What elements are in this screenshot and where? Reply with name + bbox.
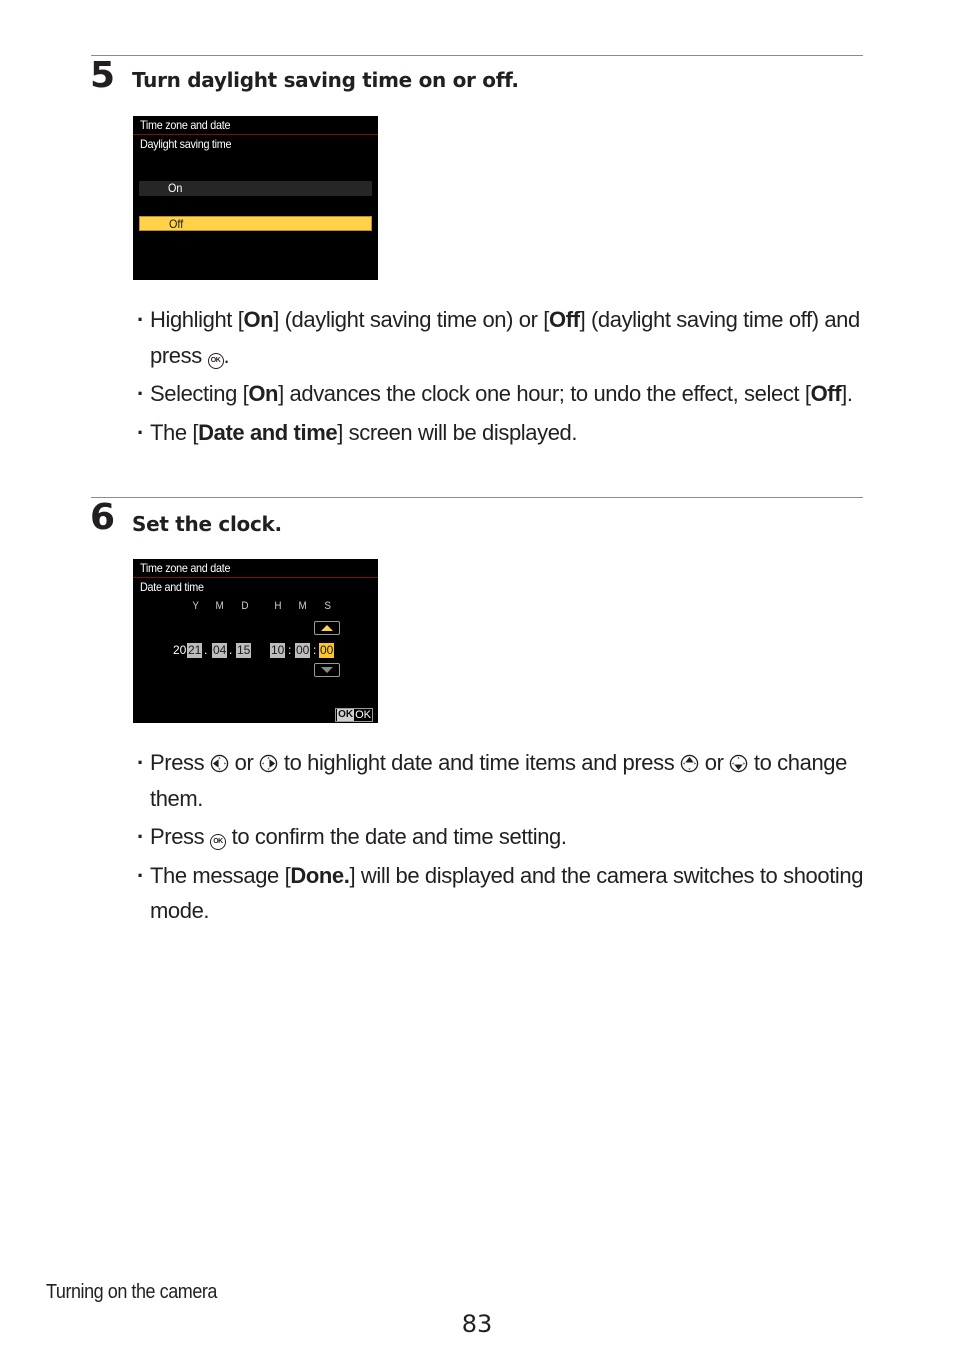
emphasized-term: Done. [290,862,350,888]
text-run: The message [ [150,862,291,888]
list-item: The message [Done.] will be displayed an… [137,858,867,929]
step-title: Turn daylight saving time on or off. [132,68,519,92]
emphasized-term: Off [548,307,580,332]
text-run: or [699,750,730,775]
screen-title-divider [133,134,378,135]
emphasized-term: On [243,307,274,332]
page-number: 83 [461,1310,493,1338]
decrement-button[interactable] [314,663,340,677]
header-hour: H [274,600,282,612]
up-arrow-icon [321,625,333,631]
text-run: ] (daylight saving time on) or [ [273,307,549,332]
header-second: S [324,600,331,612]
option-label: Off [169,217,184,231]
step-number: 6 [90,497,116,538]
header-year: Y [192,600,199,612]
ok-button-icon: OK [209,834,226,850]
camera-screen-date-time: Time zone and date Date and time Y M D H… [133,559,378,723]
section-divider [91,55,863,56]
text-run: Selecting [ [150,381,249,406]
emphasized-term: Off [810,381,842,406]
text-run: ] advances the clock one hour; to undo t… [278,381,811,406]
month-field[interactable]: 04 [212,643,228,658]
year-field[interactable]: 21 [187,643,203,658]
down-arrow-icon [321,667,333,673]
increment-button[interactable] [314,621,340,635]
text-run: Press [150,824,210,849]
year-prefix: 20 [173,643,187,657]
camera-screen-daylight-saving: Time zone and date Daylight saving time … [133,116,378,280]
minute-field[interactable]: 00 [295,643,311,658]
option-off[interactable]: Off [139,216,372,231]
list-item: Press or to highlight date and time item… [137,745,867,816]
screen-title: Time zone and date [140,561,231,575]
header-day: D [241,600,249,612]
time-separator: : [288,643,292,657]
date-separator: . [204,643,208,657]
list-item: Selecting [On] advances the clock one ho… [137,376,867,412]
section-footer: Turning on the camera [46,1281,217,1303]
emphasized-term: On [248,381,279,406]
screen-title-divider [133,577,378,578]
day-field[interactable]: 15 [236,643,252,658]
multi-selector-down-icon [729,748,748,773]
hour-field[interactable]: 10 [270,643,286,658]
header-minute: M [298,600,307,612]
step-title: Set the clock. [132,512,282,536]
screen-subtitle: Daylight saving time [140,137,232,151]
section-divider [91,497,863,498]
instruction-list: Highlight [On] (daylight saving time on)… [137,302,867,453]
ok-button-icon: OK [207,352,224,369]
ok-button-icon: OK [337,709,355,721]
header-month: M [215,600,224,612]
multi-selector-up-icon [680,748,699,773]
text-run: . [223,342,230,368]
text-run: ]. [841,381,853,406]
ok-label: OK [355,709,371,721]
step-number: 5 [90,55,116,96]
option-label: On [168,181,183,195]
text-run: or [228,750,260,775]
text-run: The [ [150,419,199,445]
list-item: Press OK to confirm the date and time se… [137,819,867,855]
time-separator: : [313,643,317,657]
ok-button[interactable]: OK OK [335,708,373,722]
multi-selector-right-icon [259,748,278,773]
text-run: to highlight date and time items and pre… [278,750,681,775]
instruction-list: Press or to highlight date and time item… [137,745,867,932]
multi-selector-left-icon [210,748,229,773]
screen-subtitle: Date and time [140,580,204,594]
list-item: The [Date and time] screen will be displ… [137,415,867,451]
second-field[interactable]: 00 [319,643,335,658]
text-run: ] screen will be displayed. [337,419,578,445]
date-separator: . [229,643,233,657]
emphasized-term: Date and time [198,419,338,445]
text-run: Press [150,750,210,775]
option-on[interactable]: On [139,181,372,196]
screen-title: Time zone and date [140,118,231,132]
text-run: Highlight [ [150,307,244,332]
list-item: Highlight [On] (daylight saving time on)… [137,302,867,373]
text-run: to confirm the date and time setting. [225,824,567,849]
